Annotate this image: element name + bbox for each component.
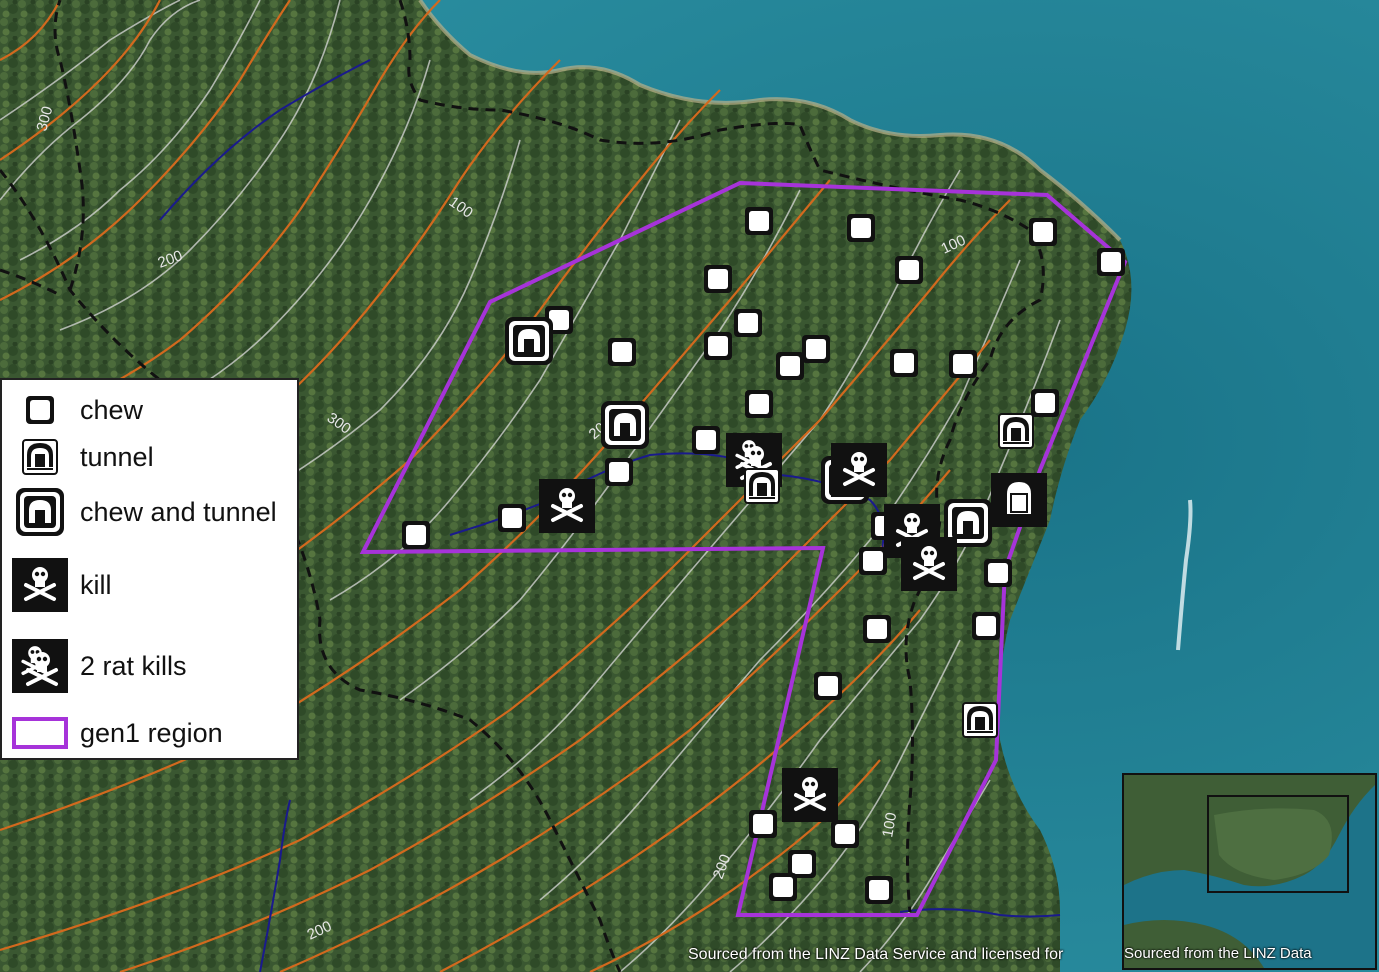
legend-label-tunnel: tunnel	[80, 441, 154, 472]
chew-icon[interactable]	[745, 207, 773, 235]
inset-overview-map: Sourced from the LINZ Data	[1122, 773, 1377, 970]
chew-icon	[26, 396, 54, 424]
kill-icon[interactable]	[831, 443, 887, 497]
chew-icon[interactable]	[498, 504, 526, 532]
legend-item-chew: chew	[12, 392, 143, 428]
legend-label-kill: kill	[80, 569, 112, 600]
inset-map-canvas	[1124, 775, 1375, 968]
legend-item-two-rat-kills: 2 rat kills	[12, 638, 187, 694]
chew-icon[interactable]	[865, 876, 893, 904]
chew-icon[interactable]	[769, 873, 797, 901]
tunnel-icon	[22, 439, 58, 475]
chew-and-tunnel-icon	[16, 488, 64, 536]
map-attribution: Sourced from the LINZ Data Service and l…	[688, 946, 1064, 963]
legend-item-chew-and-tunnel: chew and tunnel	[12, 486, 277, 538]
chew-and-tunnel-icon[interactable]	[601, 401, 649, 449]
legend-label-chew-and-tunnel: chew and tunnel	[80, 496, 277, 527]
chew-icon[interactable]	[749, 810, 777, 838]
chew-icon[interactable]	[890, 349, 918, 377]
chew-icon[interactable]	[831, 820, 859, 848]
tunnel-icon[interactable]	[962, 702, 998, 738]
legend-item-gen1-region: gen1 region	[12, 716, 223, 750]
chew-icon[interactable]	[692, 426, 720, 454]
legend-label-gen1-region: gen1 region	[80, 717, 223, 748]
chew-icon[interactable]	[814, 672, 842, 700]
chew-icon[interactable]	[1097, 248, 1125, 276]
gen1-region-swatch-icon	[12, 717, 68, 749]
chew-icon[interactable]	[949, 350, 977, 378]
chew-icon[interactable]	[402, 521, 430, 549]
legend-label-chew: chew	[80, 394, 144, 425]
map-legend: chew tunnel chew and tunnel kill 2 rat k…	[0, 378, 299, 760]
kill-icon[interactable]	[901, 537, 957, 591]
chew-icon[interactable]	[984, 559, 1012, 587]
chew-icon[interactable]	[863, 615, 891, 643]
kill-icon[interactable]	[782, 768, 838, 822]
chew-icon[interactable]	[1031, 389, 1059, 417]
chew-icon[interactable]	[745, 390, 773, 418]
chew-and-tunnel-icon[interactable]	[505, 317, 553, 365]
kill-icon	[12, 557, 68, 613]
chew-icon[interactable]	[776, 352, 804, 380]
legend-label-two-rat-kills: 2 rat kills	[80, 650, 187, 681]
chew-icon[interactable]	[608, 338, 636, 366]
chew-icon[interactable]	[605, 458, 633, 486]
tunnel-icon[interactable]	[998, 413, 1034, 449]
chew-icon[interactable]	[895, 256, 923, 284]
inset-attribution: Sourced from the LINZ Data	[1124, 945, 1312, 962]
chew-icon[interactable]	[859, 547, 887, 575]
tunnel-icon[interactable]	[744, 468, 780, 504]
legend-item-kill: kill	[12, 557, 112, 613]
chew-icon[interactable]	[704, 265, 732, 293]
chew-icon[interactable]	[802, 335, 830, 363]
chew-icon[interactable]	[734, 309, 762, 337]
chew-icon[interactable]	[704, 332, 732, 360]
kill-icon[interactable]	[539, 479, 595, 533]
two-rat-kills-icon	[12, 638, 68, 694]
chew-icon[interactable]	[847, 214, 875, 242]
legend-item-tunnel: tunnel	[12, 438, 154, 476]
chew-icon[interactable]	[1029, 218, 1057, 246]
chew-icon[interactable]	[972, 612, 1000, 640]
tunnel-icon[interactable]	[991, 473, 1047, 527]
